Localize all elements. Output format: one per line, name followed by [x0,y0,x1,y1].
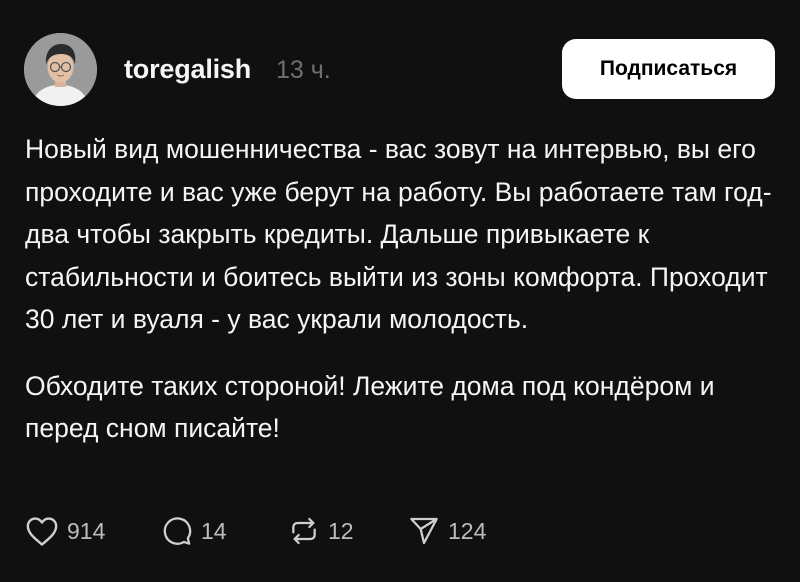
action-bar: 914 14 12 124 [25,513,486,549]
post-body: Новый вид мошенничества - вас зовут на и… [25,128,775,450]
repost-button[interactable]: 12 [288,515,408,547]
heart-icon [25,515,59,547]
share-count: 124 [448,517,487,544]
comment-button[interactable]: 14 [160,515,288,547]
like-count: 914 [67,517,106,544]
threads-post: toregalish 13 ч. Подписаться Новый вид м… [0,0,800,582]
speech-bubble-icon [160,515,193,547]
profile-photo [24,33,97,106]
like-button[interactable]: 914 [25,515,160,547]
comment-count: 14 [201,517,227,544]
post-paragraph: Новый вид мошенничества - вас зовут на и… [25,134,772,334]
paper-plane-icon [408,515,440,547]
avatar[interactable] [24,33,97,106]
repost-count: 12 [328,517,354,544]
follow-button[interactable]: Подписаться [562,39,775,99]
username[interactable]: toregalish [124,54,251,85]
post-time: 13 ч. [276,56,331,84]
share-button[interactable]: 124 [408,515,486,547]
repost-arrows-icon [288,515,320,547]
post-paragraph: Обходите таких стороной! Лежите дома под… [25,370,715,444]
